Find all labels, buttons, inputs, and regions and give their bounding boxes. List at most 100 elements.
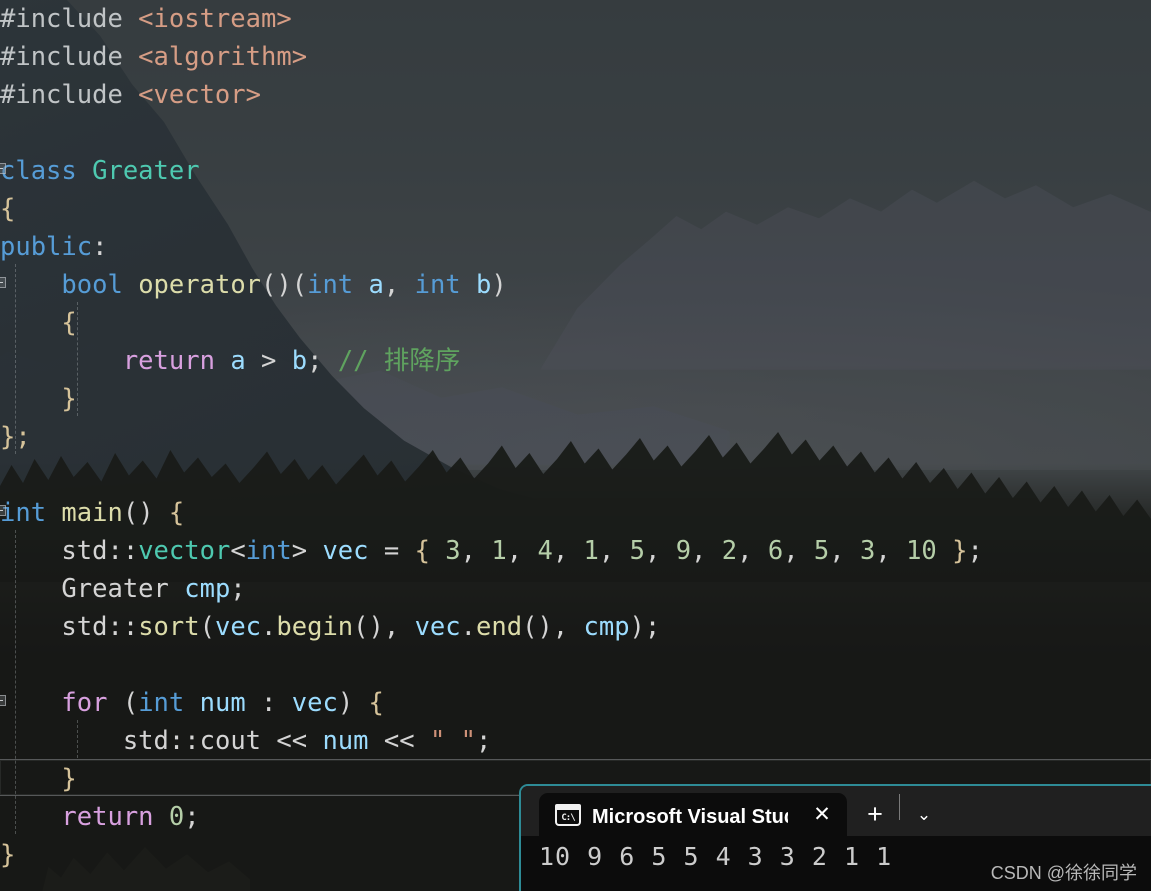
code-token-fn: end [476,612,523,642]
code-line[interactable]: for (int num : vec) { [0,684,1151,722]
code-token-var: vec [291,688,338,718]
code-token-type: vector [138,536,231,566]
code-token-punc: , [737,536,768,566]
code-token-punc: << [261,726,323,756]
code-token-punc: :: [107,612,139,642]
code-token-kw: bool [61,270,123,300]
code-token-pre: #include [0,42,139,72]
code-line[interactable] [0,456,1151,494]
code-token-num: 5 [813,536,830,566]
code-token-punc [46,498,61,528]
code-token-brace: { [168,498,185,528]
code-token-punc: :: [107,536,139,566]
code-token-punc: , [829,536,860,566]
code-fold-marker[interactable] [0,163,6,174]
code-fold-marker[interactable] [0,695,6,706]
code-editor[interactable]: #include <iostream> #include <algorithm> #… [0,0,1151,891]
code-line[interactable] [0,646,1151,684]
code-token-brace: { [61,308,77,338]
code-token-brace: } [0,840,16,870]
code-token-punc: :: [168,726,200,756]
code-line[interactable]: #include <vector> [0,76,1151,114]
code-line[interactable]: } [0,380,1151,418]
code-line[interactable]: }; [0,418,1151,456]
close-icon[interactable]: ✕ [809,802,835,828]
code-line[interactable]: bool operator()(int a, int b) [0,266,1151,304]
chevron-down-icon[interactable]: ⌄ [902,793,946,836]
code-token-punc [461,270,476,300]
code-line[interactable]: Greater cmp; [0,570,1151,608]
code-token-num: 9 [675,536,692,566]
code-token-num: 1 [491,536,507,566]
code-line[interactable]: std::vector<int> vec = { 3, 1, 4, 1, 5, … [0,532,1151,570]
code-fold-marker[interactable] [0,505,6,516]
code-token-punc: ()( [261,270,308,300]
code-line[interactable] [0,114,1151,152]
code-line[interactable]: std::sort(vec.begin(), vec.end(), cmp); [0,608,1151,646]
code-token-var: num [322,726,369,756]
code-token-punc: > [245,346,292,376]
code-token-punc [0,346,123,376]
code-token-punc: , [875,536,907,566]
code-token-punc: ) [337,688,369,718]
code-token-punc: : [245,688,292,718]
code-line[interactable]: class Greater [0,152,1151,190]
code-line[interactable]: { [0,304,1151,342]
code-token-punc: (), [353,612,415,642]
code-fold-marker[interactable] [0,277,6,288]
terminal-tab[interactable]: C:\ Microsoft Visual Studio 调试控 ✕ [539,793,847,836]
new-tab-button[interactable]: + [853,793,897,836]
code-token-brace: } [936,536,968,566]
code-token-cmt: // 排降序 [337,346,461,376]
code-token-var: num [199,688,246,718]
code-token-punc: . [261,612,277,642]
indent-guide [76,720,78,758]
terminal-window[interactable]: C:\ Microsoft Visual Studio 调试控 ✕ + ⌄ 10… [519,784,1151,891]
code-token-punc: , [552,536,584,566]
code-token-num: 4 [537,536,553,566]
code-line[interactable]: #include <algorithm> [0,38,1151,76]
code-token-punc: (), [522,612,584,642]
code-token-kw: int [138,688,185,718]
code-token-punc: , [598,536,630,566]
code-token-num: 1 [583,536,599,566]
code-content[interactable]: #include <iostream> #include <algorithm> #… [0,0,1151,891]
code-token-num: 6 [767,536,784,566]
code-token-pre: #include [0,4,139,34]
code-token-num: 5 [629,536,645,566]
code-token-punc: ; [230,574,246,604]
code-token-punc: ; [967,536,983,566]
code-token-var: vec [414,612,461,642]
code-line[interactable]: std::cout << num << " "; [0,722,1151,760]
terminal-titlebar[interactable]: C:\ Microsoft Visual Studio 调试控 ✕ + ⌄ [521,786,1151,836]
code-token-fn: operator [138,270,262,300]
terminal-output-area[interactable]: 10 9 6 5 5 4 3 3 2 1 1 CSDN @徐徐同学 [521,836,1151,891]
code-token-punc: ; [476,726,492,756]
code-token-punc [184,688,199,718]
indent-guide [15,264,17,454]
code-token-punc: () [122,498,169,528]
code-line[interactable]: { [0,190,1151,228]
code-token-num: 3 [860,536,876,566]
code-token-punc: , [506,536,538,566]
code-token-punc [215,346,230,376]
code-line[interactable]: #include <iostream> [0,0,1151,38]
code-token-punc: ; [307,346,338,376]
code-token-var: vec [214,612,262,642]
code-token-num: 10 [906,536,937,566]
code-line[interactable]: return a > b; // 排降序 [0,342,1151,380]
indent-guide [76,302,78,416]
code-token-var: a [230,346,246,376]
code-token-punc: Greater [0,574,185,604]
code-token-str: " " [429,726,476,756]
cmd-console-icon-label: C:\ [561,812,575,823]
code-token-kw: public [0,232,93,262]
code-line[interactable]: int main() { [0,494,1151,532]
code-line[interactable]: public: [0,228,1151,266]
code-token-kw: int [414,270,461,300]
code-token-brace: { [368,688,384,718]
code-token-kw: int [307,270,354,300]
code-token-punc: = [368,536,415,566]
code-token-brace: } [61,384,77,414]
code-token-hdr: <vector> [138,80,261,110]
